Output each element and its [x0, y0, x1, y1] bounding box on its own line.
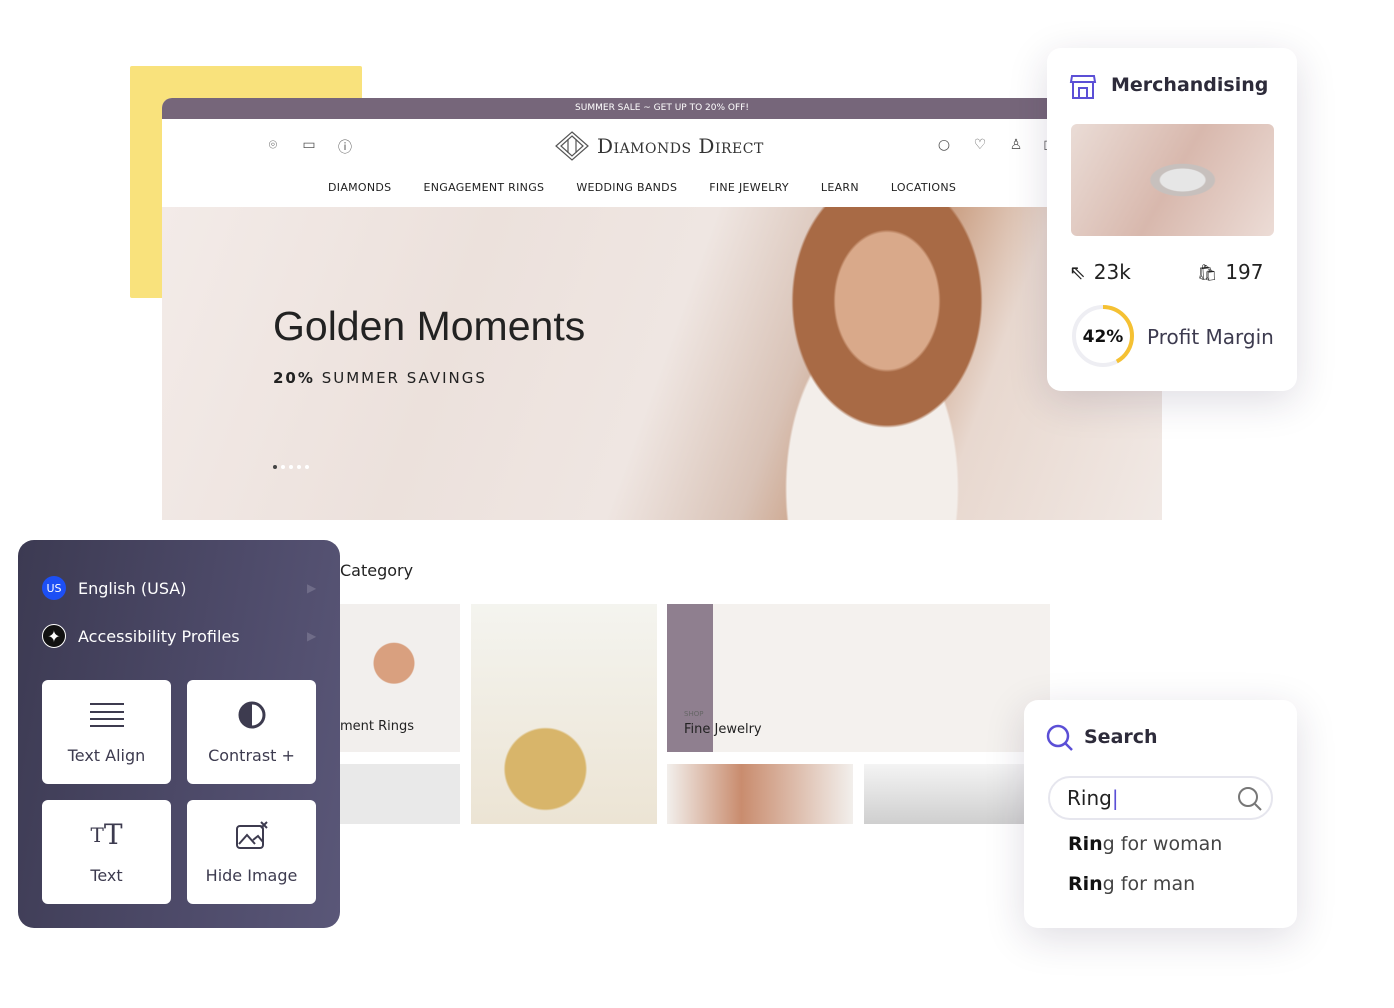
- main-nav: DIAMONDS ENGAGEMENT RINGS WEDDING BANDS …: [328, 181, 956, 194]
- product-image: [1071, 124, 1274, 236]
- profit-margin-label: Profit Margin: [1147, 325, 1274, 349]
- store-icon: [1069, 75, 1097, 99]
- category-heading: Category: [340, 561, 414, 580]
- tile-engagement-rings[interactable]: ment Rings: [340, 604, 460, 752]
- merchandising-card: Merchandising ⇖ 23k 🛍︎ 197 42% Profit Marg…: [1047, 48, 1297, 391]
- tile-fine-jewelry[interactable]: SHOP Fine Jewelry: [667, 604, 1050, 752]
- chevron-right-icon: ▶: [307, 581, 317, 595]
- cursor-icon: ⇖: [1069, 260, 1086, 284]
- text-size-button[interactable]: TT Text: [42, 800, 171, 904]
- accessibility-person-icon: ✦: [42, 624, 66, 648]
- site-header: ⌾ ▭ ⓘ Diamonds Direct ○ ♡ ♙ ◻ DIAMONDS E…: [162, 119, 1162, 207]
- contrast-button[interactable]: Contrast +: [187, 680, 316, 784]
- heart-icon[interactable]: ♡: [971, 137, 989, 155]
- profit-ring-chart: 42%: [1072, 305, 1134, 367]
- hide-image-icon: [235, 820, 269, 850]
- brand-logo[interactable]: Diamonds Direct: [555, 131, 764, 161]
- search-submit-icon[interactable]: [1237, 786, 1263, 812]
- search-icon: [1046, 724, 1073, 751]
- merch-title: Merchandising: [1111, 74, 1269, 96]
- nav-locations[interactable]: LOCATIONS: [891, 181, 956, 194]
- info-icon[interactable]: ⓘ: [336, 137, 354, 156]
- us-flag-badge: US: [42, 576, 66, 600]
- accessibility-panel: US English (USA) ▶ ✦ Accessibility Profi…: [18, 540, 340, 928]
- nav-fine-jewelry[interactable]: FINE JEWELRY: [709, 181, 789, 194]
- text-size-icon: TT: [90, 818, 123, 851]
- purchases-stat: 🛍︎ 197: [1197, 260, 1264, 284]
- hero-title: Golden Moments: [273, 303, 586, 349]
- hide-image-button[interactable]: Hide Image: [187, 800, 316, 904]
- tile-watches[interactable]: [864, 764, 1024, 824]
- search-card: Search Ring| Ring for woman Ring for man: [1024, 700, 1297, 928]
- nav-wedding-bands[interactable]: WEDDING BANDS: [576, 181, 677, 194]
- language-selector[interactable]: US English (USA) ▶: [42, 576, 316, 600]
- search-input[interactable]: Ring|: [1048, 776, 1273, 820]
- brand-name: Diamonds Direct: [597, 134, 764, 158]
- tile-wedding-bands[interactable]: [471, 604, 657, 824]
- shopping-bag-icon: 🛍︎: [1197, 262, 1218, 282]
- calendar-icon[interactable]: ▭: [300, 137, 318, 155]
- profit-percent: 42%: [1083, 327, 1124, 347]
- nav-engagement-rings[interactable]: ENGAGEMENT RINGS: [423, 181, 544, 194]
- search-suggestion[interactable]: Ring for man: [1068, 873, 1195, 895]
- accessibility-profiles[interactable]: ✦ Accessibility Profiles ▶: [42, 624, 316, 648]
- contrast-icon: [237, 700, 267, 730]
- tile-rings-hand[interactable]: [667, 764, 853, 824]
- hero-subtitle: 20% SUMMER SAVINGS: [273, 369, 487, 387]
- user-icon[interactable]: ♙: [1007, 137, 1025, 155]
- hero-banner[interactable]: Golden Moments 20% SUMMER SAVINGS: [162, 207, 1162, 520]
- search-icon[interactable]: ○: [935, 137, 953, 155]
- text-align-icon: [89, 700, 124, 730]
- search-suggestion[interactable]: Ring for woman: [1068, 833, 1222, 855]
- carousel-dots[interactable]: [273, 465, 309, 469]
- clicks-stat: ⇖ 23k: [1069, 260, 1131, 284]
- hero-model-image: [722, 207, 1022, 520]
- promo-bar: SUMMER SALE ~ GET UP TO 20% OFF!: [162, 98, 1162, 119]
- diamond-logo-icon: [555, 131, 589, 161]
- website-preview: SUMMER SALE ~ GET UP TO 20% OFF! ⌾ ▭ ⓘ D…: [162, 98, 1162, 520]
- tile-diamonds[interactable]: [340, 764, 460, 824]
- nav-diamonds[interactable]: DIAMONDS: [328, 181, 391, 194]
- nav-learn[interactable]: LEARN: [821, 181, 859, 194]
- text-align-button[interactable]: Text Align: [42, 680, 171, 784]
- chevron-right-icon: ▶: [307, 629, 317, 643]
- search-title: Search: [1084, 726, 1158, 748]
- location-pin-icon[interactable]: ⌾: [264, 137, 282, 155]
